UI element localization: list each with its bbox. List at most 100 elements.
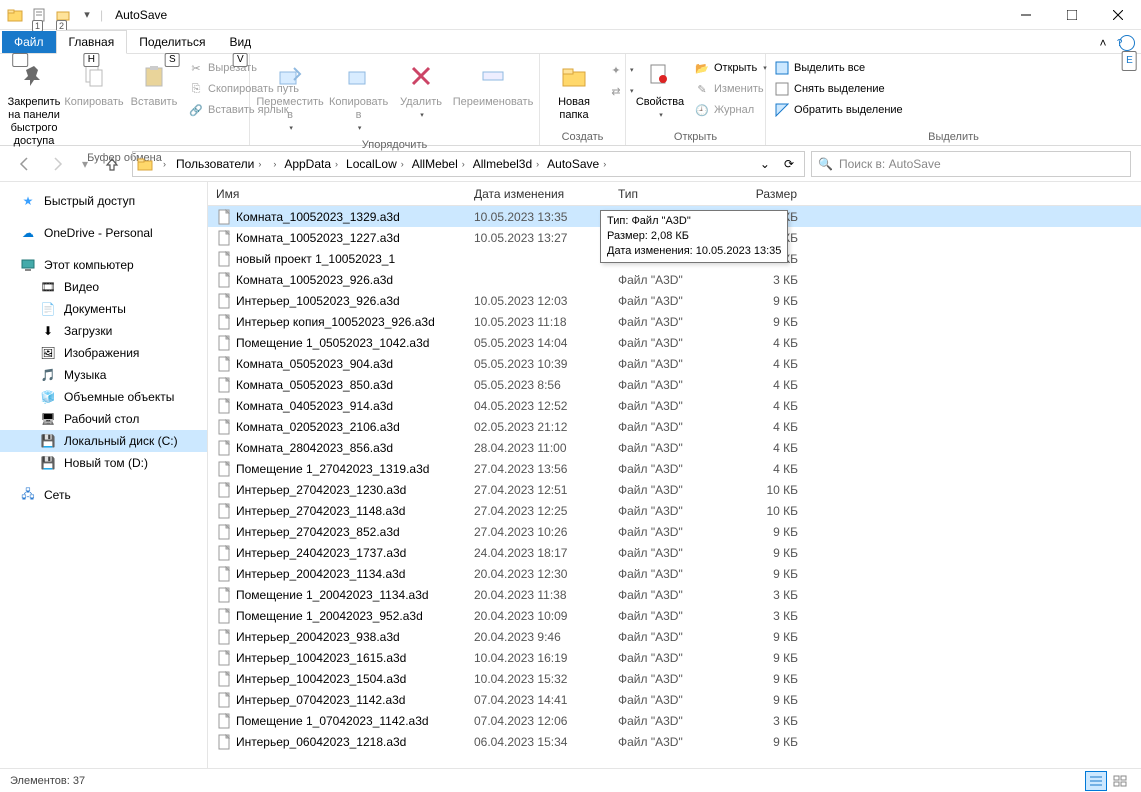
file-row[interactable]: Помещение 1_07042023_1142.a3d07.04.2023 … bbox=[208, 710, 1141, 731]
nav-item[interactable]: 🎵Музыка bbox=[0, 364, 207, 386]
file-row[interactable]: Комната_05052023_904.a3d05.05.2023 10:39… bbox=[208, 353, 1141, 374]
file-row[interactable]: Интерьер_07042023_1142.a3d07.04.2023 14:… bbox=[208, 689, 1141, 710]
tab-view[interactable]: ВидV bbox=[217, 31, 263, 53]
qat-properties-icon[interactable]: 1 bbox=[28, 4, 50, 26]
file-icon bbox=[216, 482, 232, 498]
nav-item[interactable]: ⬇Загрузки bbox=[0, 320, 207, 342]
selectall-button[interactable]: Выделить все bbox=[770, 58, 907, 78]
close-button[interactable] bbox=[1095, 0, 1141, 30]
moveto-button[interactable]: Переместить в▾ bbox=[254, 56, 326, 137]
file-row[interactable]: Интерьер_10052023_926.a3d10.05.2023 12:0… bbox=[208, 290, 1141, 311]
file-row[interactable]: Помещение 1_27042023_1319.a3d27.04.2023 … bbox=[208, 458, 1141, 479]
nav-pane: ★Быстрый доступ ☁OneDrive - Personal Это… bbox=[0, 182, 208, 768]
nav-quick-access[interactable]: ★Быстрый доступ bbox=[0, 190, 207, 212]
search-icon: 🔍 bbox=[818, 157, 833, 171]
edit-button[interactable]: ✎Изменить bbox=[690, 79, 771, 99]
file-row[interactable]: Интерьер_24042023_1737.a3d24.04.2023 18:… bbox=[208, 542, 1141, 563]
file-row[interactable]: Помещение 1_05052023_1042.a3d05.05.2023 … bbox=[208, 332, 1141, 353]
newfolder-button[interactable]: Новая папка bbox=[544, 56, 604, 124]
delete-button[interactable]: Удалить▾ bbox=[391, 56, 451, 124]
file-row[interactable]: Интерьер_10042023_1504.a3d10.04.2023 15:… bbox=[208, 668, 1141, 689]
recent-dropdown[interactable]: ▾ bbox=[78, 150, 92, 178]
file-row[interactable]: Комната_05052023_850.a3d05.05.2023 8:56Ф… bbox=[208, 374, 1141, 395]
nav-item[interactable]: 🧊Объемные объекты bbox=[0, 386, 207, 408]
help-icon[interactable]: ?E bbox=[1119, 35, 1135, 51]
view-details-button[interactable] bbox=[1085, 771, 1107, 791]
file-row[interactable]: Интерьер_27042023_1230.a3d27.04.2023 12:… bbox=[208, 479, 1141, 500]
nav-item[interactable]: 🎞Видео bbox=[0, 276, 207, 298]
file-row[interactable]: Комната_10052023_926.a3dФайл "A3D"3 КБ bbox=[208, 269, 1141, 290]
nav-item[interactable]: 💾Новый том (D:) bbox=[0, 452, 207, 474]
file-row[interactable]: Интерьер_27042023_852.a3d27.04.2023 10:2… bbox=[208, 521, 1141, 542]
tab-share-label: Поделиться bbox=[139, 35, 205, 49]
nav-item-icon: 💾 bbox=[40, 433, 56, 449]
selectnone-icon bbox=[774, 81, 790, 97]
nav-item[interactable]: 🖥Рабочий стол bbox=[0, 408, 207, 430]
tab-home[interactable]: ГлавнаяH bbox=[56, 30, 128, 54]
tab-share[interactable]: ПоделитьсяS bbox=[127, 31, 217, 53]
col-date[interactable]: Дата изменения bbox=[466, 187, 610, 201]
nav-onedrive[interactable]: ☁OneDrive - Personal bbox=[0, 222, 207, 244]
address-box[interactable]: › Пользователи››AppData›LocalLow›AllMebe… bbox=[132, 151, 805, 177]
maximize-button[interactable] bbox=[1049, 0, 1095, 30]
copyto-button[interactable]: Копировать в▾ bbox=[326, 56, 391, 137]
invertsel-button[interactable]: Обратить выделение bbox=[770, 100, 907, 120]
file-row[interactable]: Интерьер_20042023_938.a3d20.04.2023 9:46… bbox=[208, 626, 1141, 647]
file-rows[interactable]: Комната_10052023_1329.a3d10.05.2023 13:3… bbox=[208, 206, 1141, 768]
nav-item[interactable]: 📄Документы bbox=[0, 298, 207, 320]
nav-item[interactable]: 🖼Изображения bbox=[0, 342, 207, 364]
properties-button[interactable]: Свойства▾ bbox=[630, 56, 690, 124]
search-input[interactable]: 🔍 Поиск в: AutoSave bbox=[811, 151, 1131, 177]
history-button[interactable]: 🕘Журнал bbox=[690, 100, 771, 120]
breadcrumb-item[interactable]: AutoSave› bbox=[543, 157, 610, 171]
breadcrumb-item[interactable]: › bbox=[265, 159, 280, 169]
qat-dropdown-icon[interactable]: ▾ bbox=[76, 4, 98, 26]
up-button[interactable] bbox=[98, 150, 126, 178]
refresh-icon[interactable]: ⟳ bbox=[778, 157, 800, 171]
newitem-icon: ✦ bbox=[608, 62, 624, 78]
nav-thispc[interactable]: Этот компьютер bbox=[0, 254, 207, 276]
address-dropdown-icon[interactable]: ⌄ bbox=[754, 157, 776, 171]
file-row[interactable]: Интерьер копия_10052023_926.a3d10.05.202… bbox=[208, 311, 1141, 332]
col-name[interactable]: Имя bbox=[208, 187, 466, 201]
file-row[interactable]: Помещение 1_20042023_952.a3d20.04.2023 1… bbox=[208, 605, 1141, 626]
search-placeholder: Поиск в: AutoSave bbox=[839, 157, 941, 171]
file-row[interactable]: Интерьер_27042023_1148.a3d27.04.2023 12:… bbox=[208, 500, 1141, 521]
breadcrumb-item[interactable]: AppData› bbox=[280, 157, 342, 171]
breadcrumb-item[interactable]: Пользователи› bbox=[172, 157, 265, 171]
file-row[interactable]: Комната_02052023_2106.a3d02.05.2023 21:1… bbox=[208, 416, 1141, 437]
file-row[interactable]: Помещение 1_20042023_1134.a3d20.04.2023 … bbox=[208, 584, 1141, 605]
breadcrumb-item[interactable]: AllMebel› bbox=[408, 157, 469, 171]
ribbon-collapse-icon[interactable]: ˄ bbox=[1093, 33, 1113, 53]
col-type[interactable]: Тип bbox=[610, 187, 730, 201]
chevron-right-icon: › bbox=[603, 159, 606, 169]
qat-newfolder-icon[interactable]: 2 bbox=[52, 4, 74, 26]
pin-button[interactable]: Закрепить на панели быстрого доступа bbox=[4, 56, 64, 150]
file-icon bbox=[216, 377, 232, 393]
pc-icon bbox=[20, 257, 36, 273]
file-icon bbox=[216, 440, 232, 456]
breadcrumb-item[interactable]: LocalLow› bbox=[342, 157, 408, 171]
breadcrumb-item[interactable]: Allmebel3d› bbox=[469, 157, 543, 171]
view-large-button[interactable] bbox=[1109, 771, 1131, 791]
file-row[interactable]: Интерьер_10042023_1615.a3d10.04.2023 16:… bbox=[208, 647, 1141, 668]
status-bar: Элементов: 37 bbox=[0, 768, 1141, 792]
rename-button[interactable]: Переименовать bbox=[451, 56, 535, 111]
col-size[interactable]: Размер bbox=[730, 187, 806, 201]
nav-network[interactable]: 🖧Сеть bbox=[0, 484, 207, 506]
file-icon bbox=[216, 650, 232, 666]
back-button[interactable] bbox=[10, 150, 38, 178]
file-row[interactable]: Комната_28042023_856.a3d28.04.2023 11:00… bbox=[208, 437, 1141, 458]
selectnone-button[interactable]: Снять выделение bbox=[770, 79, 907, 99]
forward-button[interactable] bbox=[44, 150, 72, 178]
minimize-button[interactable] bbox=[1003, 0, 1049, 30]
ribbon-tabs: ФайлФ ГлавнаяH ПоделитьсяS ВидV ˄ ?E bbox=[0, 30, 1141, 54]
nav-item[interactable]: 💾Локальный диск (C:) bbox=[0, 430, 207, 452]
file-row[interactable]: Комната_04052023_914.a3d04.05.2023 12:52… bbox=[208, 395, 1141, 416]
file-row[interactable]: Интерьер_20042023_1134.a3d20.04.2023 12:… bbox=[208, 563, 1141, 584]
open-button[interactable]: 📂Открыть▾ bbox=[690, 58, 771, 78]
file-row[interactable]: Интерьер_06042023_1218.a3d06.04.2023 15:… bbox=[208, 731, 1141, 752]
crumb-root-chevron[interactable]: › bbox=[155, 159, 170, 169]
folder-icon bbox=[137, 156, 153, 172]
tab-file[interactable]: ФайлФ bbox=[2, 31, 56, 53]
